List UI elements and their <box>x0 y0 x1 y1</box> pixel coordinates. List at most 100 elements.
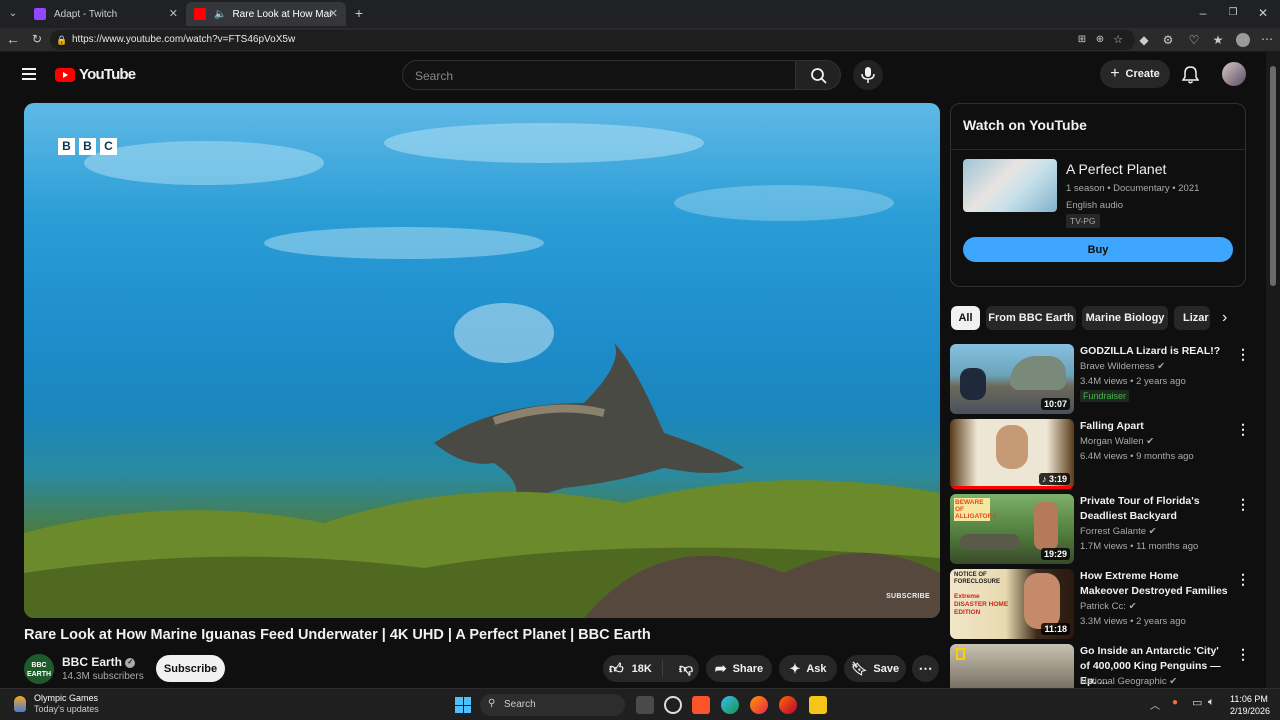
extensions-puzzle-icon[interactable]: ⚙ <box>1162 33 1174 47</box>
recommendation-title[interactable]: How Extreme Home Makeover Destroyed Fami… <box>1080 569 1228 599</box>
page-scrollbar[interactable] <box>1266 52 1280 688</box>
microphone-tray-icon[interactable]: ● <box>1172 697 1178 708</box>
taskbar-search[interactable]: ⚲ Search <box>480 694 625 716</box>
chip-from-bbc-earth[interactable]: From BBC Earth <box>986 306 1076 330</box>
chevron-right-icon[interactable]: › <box>1222 309 1227 327</box>
favorite-star-icon[interactable]: ☆ <box>1112 33 1124 47</box>
more-vertical-icon[interactable]: ⋮ <box>1236 571 1250 588</box>
taskbar-time[interactable]: 11:06 PM <box>1230 694 1268 704</box>
tray-overflow-icon[interactable]: ︿ <box>1150 697 1160 712</box>
browser-essentials-icon[interactable]: ♡ <box>1188 33 1200 47</box>
recommendation-title[interactable]: Private Tour of Florida's Deadliest Back… <box>1080 494 1228 524</box>
channel-avatar[interactable]: BBC EARTH <box>24 654 54 684</box>
channel-name[interactable]: BBC Earth ✓ <box>62 655 136 669</box>
show-thumbnail[interactable] <box>963 159 1057 212</box>
like-dislike-group: 👍︎ 18K 👎︎ <box>603 655 699 682</box>
dislike-button[interactable]: 👎︎ <box>669 660 703 677</box>
duration-badge: 11:18 <box>1041 623 1070 635</box>
account-avatar[interactable] <box>1222 62 1246 86</box>
chip-all[interactable]: All <box>951 306 980 330</box>
recommendation-title[interactable]: GODZILLA Lizard is REAL!? <box>1080 344 1228 359</box>
tab-twitch[interactable]: Adapt - Twitch ✕ <box>26 2 186 26</box>
taskbar-app-icon[interactable] <box>664 696 682 714</box>
search-input[interactable]: Search <box>402 60 796 90</box>
profile-avatar[interactable] <box>1236 33 1250 47</box>
save-button[interactable]: 🔖︎ Save <box>844 655 906 682</box>
buy-button[interactable]: Buy <box>963 237 1233 262</box>
scrollbar-thumb[interactable] <box>1270 66 1276 286</box>
share-arrow-icon: ➦ <box>714 660 727 676</box>
video-thumbnail[interactable] <box>950 644 1074 688</box>
hamburger-menu-icon[interactable] <box>22 68 36 80</box>
recommendation-item[interactable]: ♪ 3:19 Falling Apart Morgan Wallen ✔ 6.4… <box>950 419 1250 489</box>
video-thumbnail[interactable]: BEWARE OF ALLIGATORS 19:29 <box>950 494 1074 564</box>
video-thumbnail[interactable]: NOTICE OF FORECLOSURE Extreme DISASTER H… <box>950 569 1074 639</box>
restore-icon[interactable]: ❐ <box>1226 6 1240 20</box>
recommendation-item[interactable]: NOTICE OF FORECLOSURE Extreme DISASTER H… <box>950 569 1250 639</box>
video-thumbnail[interactable]: ♪ 3:19 <box>950 419 1074 489</box>
more-vertical-icon[interactable]: ⋮ <box>1236 646 1250 663</box>
like-button[interactable]: 👍︎ 18K <box>599 660 663 677</box>
chip-marine-biology[interactable]: Marine Biology <box>1082 306 1168 330</box>
thumbnail-notice: NOTICE OF FORECLOSURE <box>954 572 1001 585</box>
channel-text: Forrest Galante <box>1080 526 1146 537</box>
edge-browser-icon[interactable] <box>721 696 739 714</box>
ask-button[interactable]: ✦ Ask <box>779 655 837 682</box>
back-icon[interactable]: ← <box>6 32 20 46</box>
zoom-icon[interactable]: ⊕ <box>1094 33 1106 47</box>
like-count: 18K <box>631 662 652 675</box>
app-available-icon[interactable]: ⊞ <box>1076 33 1088 47</box>
create-button[interactable]: + Create <box>1100 60 1170 88</box>
recommendation-channel[interactable]: Brave Wilderness ✔ <box>1080 361 1165 372</box>
more-menu-icon[interactable]: ⋯ <box>1260 32 1274 46</box>
url-field[interactable]: 🔒 https://www.youtube.com/watch?v=FTS46p… <box>50 30 1135 50</box>
recommendation-item[interactable]: 10:07 GODZILLA Lizard is REAL!? Brave Wi… <box>950 344 1250 414</box>
close-tab-icon[interactable]: ✕ <box>169 7 178 20</box>
more-actions-button[interactable]: ⋯ <box>912 655 939 682</box>
task-view-icon[interactable] <box>636 696 654 714</box>
site-info-icon[interactable]: 🔒 <box>56 33 68 47</box>
more-vertical-icon[interactable]: ⋮ <box>1236 421 1250 438</box>
youtube-logo[interactable]: YouTube <box>55 66 136 83</box>
video-player[interactable]: B B C SUBSCRIBE <box>24 103 940 618</box>
twitch-favicon-icon <box>34 8 46 20</box>
firefox-icon[interactable] <box>750 696 768 714</box>
tab-youtube[interactable]: 🔈 Rare Look at How Marine Igua ✕ <box>186 2 346 26</box>
recommendation-title[interactable]: Falling Apart <box>1080 419 1228 434</box>
network-icon[interactable]: ▭ <box>1192 696 1202 709</box>
recommendation-channel[interactable]: Forrest Galante ✔ <box>1080 526 1157 537</box>
recommendation-channel[interactable]: Morgan Wallen ✔ <box>1080 436 1154 447</box>
minimize-icon[interactable]: – <box>1196 6 1210 20</box>
taskbar-date[interactable]: 2/19/2026 <box>1230 706 1270 716</box>
more-vertical-icon[interactable]: ⋮ <box>1236 496 1250 513</box>
close-tab-icon[interactable]: ✕ <box>329 7 338 20</box>
recommendation-item[interactable]: Go Inside an Antarctic 'City' of 400,000… <box>950 644 1250 688</box>
more-vertical-icon[interactable]: ⋮ <box>1236 346 1250 363</box>
reload-icon[interactable]: ↻ <box>30 32 44 46</box>
new-tab-icon[interactable]: + <box>352 6 366 20</box>
channel-text: Morgan Wallen <box>1080 436 1144 447</box>
search-icon: ⚲ <box>488 698 496 709</box>
file-explorer-icon[interactable] <box>809 696 827 714</box>
volume-icon[interactable]: 🔈︎ <box>1208 696 1215 709</box>
share-button[interactable]: ➦ Share <box>706 655 772 682</box>
tab-list-chevron-icon[interactable]: ⌄ <box>6 7 20 21</box>
recommendation-item[interactable]: BEWARE OF ALLIGATORS 19:29 Private Tour … <box>950 494 1250 564</box>
notifications-bell-icon[interactable] <box>1182 65 1199 84</box>
favorites-icon[interactable]: ★ <box>1212 33 1224 47</box>
firefox-dev-icon[interactable] <box>779 696 797 714</box>
recommendation-channel[interactable]: National Geographic ✔ <box>1080 676 1177 687</box>
start-button[interactable] <box>455 697 471 713</box>
extension-icon[interactable]: ◆ <box>1138 33 1150 47</box>
audio-icon[interactable]: 🔈 <box>214 9 226 20</box>
window-close-icon[interactable]: ✕ <box>1256 6 1270 20</box>
chip-lizard[interactable]: Lizar <box>1174 306 1210 330</box>
subscribe-button[interactable]: Subscribe <box>156 655 225 682</box>
subscribe-watermark[interactable]: SUBSCRIBE <box>886 593 930 600</box>
show-name[interactable]: A Perfect Planet <box>1066 161 1166 177</box>
voice-search-button[interactable] <box>853 60 883 90</box>
recommendation-channel[interactable]: Patrick Cc: ✔ <box>1080 601 1137 612</box>
video-thumbnail[interactable]: 10:07 <box>950 344 1074 414</box>
search-button[interactable] <box>795 60 841 90</box>
brave-browser-icon[interactable] <box>692 696 710 714</box>
